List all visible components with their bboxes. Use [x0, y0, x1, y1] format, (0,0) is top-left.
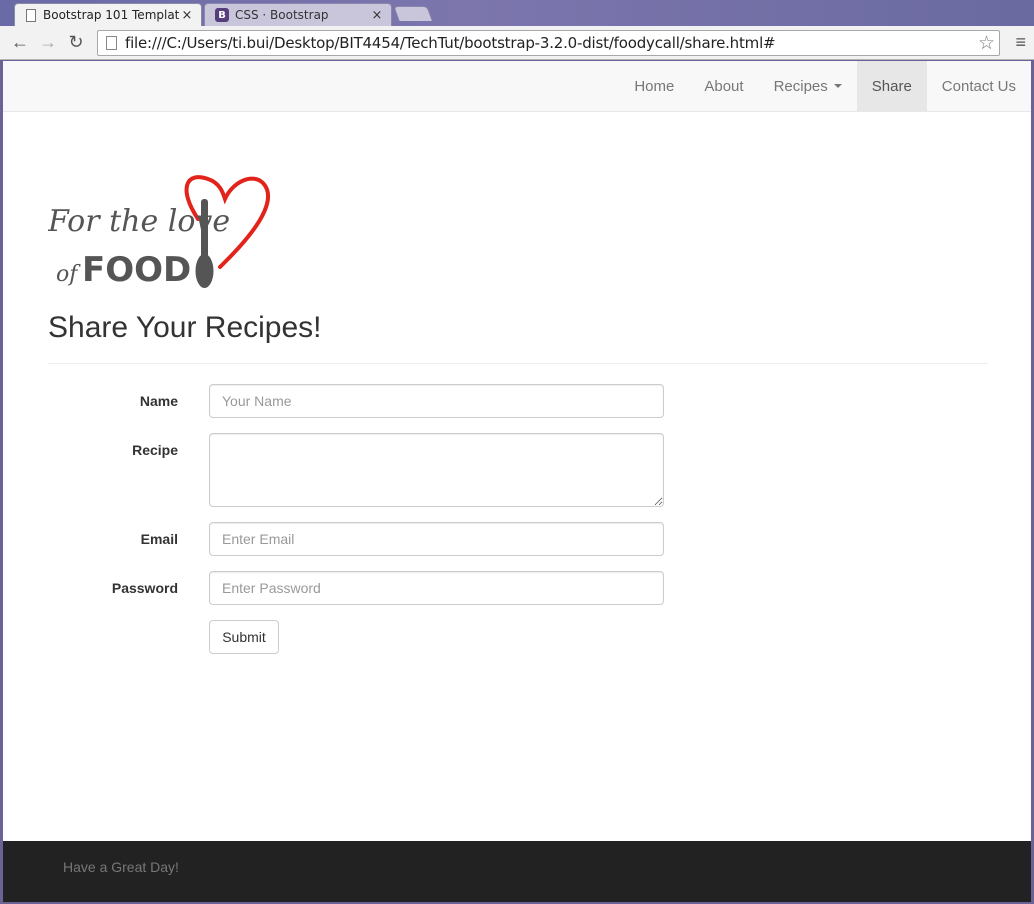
tab-bootstrap-template[interactable]: Bootstrap 101 Template × — [14, 3, 202, 26]
tab-title: Bootstrap 101 Template — [43, 8, 179, 22]
page-title: Share Your Recipes! — [48, 311, 322, 344]
browser-toolbar: ← → ↻ file:///C:/Users/ti.bui/Desktop/BI… — [0, 26, 1034, 60]
nav-recipes[interactable]: Recipes — [759, 61, 857, 111]
nav-about[interactable]: About — [689, 61, 758, 111]
back-arrow-icon[interactable]: ← — [6, 29, 34, 57]
email-input[interactable] — [209, 522, 664, 556]
email-label: Email — [140, 531, 178, 547]
nav-menu: Home About Recipes Share Contact Us — [619, 61, 1031, 111]
bookmark-star-icon[interactable]: ☆ — [978, 32, 995, 55]
new-tab-button[interactable] — [393, 6, 433, 21]
close-tab-icon[interactable]: × — [179, 8, 195, 23]
submit-button[interactable]: Submit — [209, 620, 279, 654]
document-icon — [25, 8, 37, 22]
password-label: Password — [111, 580, 178, 596]
logo-line-1: For the love — [48, 204, 230, 239]
tab-title: CSS · Bootstrap — [235, 8, 329, 22]
chrome-menu-icon[interactable]: ≡ — [1015, 32, 1026, 53]
forward-arrow-icon[interactable]: → — [34, 29, 62, 57]
page-icon — [106, 36, 117, 50]
logo-line-2-small: of — [56, 262, 81, 287]
bootstrap-icon: B — [215, 8, 229, 22]
logo-line-2-big: FOOD — [82, 250, 191, 290]
browser-tabstrip: Bootstrap 101 Template × B CSS · Bootstr… — [0, 0, 1034, 26]
name-input[interactable] — [209, 384, 664, 418]
site-footer: Have a Great Day! — [3, 841, 1031, 902]
nav-recipes-label: Recipes — [773, 77, 828, 95]
nav-home[interactable]: Home — [619, 61, 689, 111]
url-text[interactable]: file:///C:/Users/ti.bui/Desktop/BIT4454/… — [125, 34, 776, 52]
address-bar[interactable]: file:///C:/Users/ti.bui/Desktop/BIT4454/… — [97, 30, 1000, 56]
site-logo: For the love of FOOD — [48, 175, 270, 290]
page-viewport: Home About Recipes Share Contact Us For … — [3, 61, 1031, 902]
tab-css-bootstrap[interactable]: B CSS · Bootstrap × — [204, 3, 392, 26]
recipe-label: Recipe — [132, 442, 178, 458]
caret-down-icon — [833, 84, 842, 88]
close-tab-icon[interactable]: × — [369, 8, 385, 23]
password-input[interactable] — [209, 571, 664, 605]
site-navbar: Home About Recipes Share Contact Us — [3, 61, 1031, 112]
reload-icon[interactable]: ↻ — [62, 29, 90, 57]
title-divider — [48, 363, 988, 364]
footer-text: Have a Great Day! — [63, 859, 179, 875]
recipe-textarea[interactable] — [209, 433, 664, 507]
nav-contact-us[interactable]: Contact Us — [927, 61, 1031, 111]
name-label: Name — [139, 393, 178, 409]
nav-share[interactable]: Share — [856, 61, 927, 111]
